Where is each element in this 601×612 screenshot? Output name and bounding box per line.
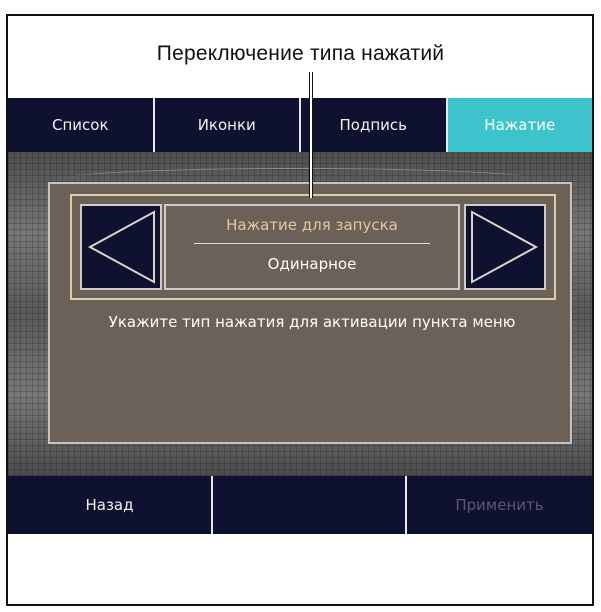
press-type-value: Одинарное xyxy=(267,255,357,273)
empty-slot xyxy=(213,476,405,534)
value-divider xyxy=(194,243,430,244)
press-type-value-box: Нажатие для запуска Одинарное xyxy=(164,204,460,290)
callout-label: Переключение типа нажатий xyxy=(156,42,445,65)
prev-option-button[interactable] xyxy=(80,204,162,290)
settings-card: Нажатие для запуска Одинарное Укажите ти… xyxy=(48,182,572,444)
tab-list[interactable]: Список xyxy=(8,98,153,152)
back-button[interactable]: Назад xyxy=(8,476,211,534)
apply-button[interactable]: Применить xyxy=(407,476,592,534)
callout-pointer-line xyxy=(309,72,313,198)
tab-icons[interactable]: Иконки xyxy=(154,98,299,152)
triangle-left-icon xyxy=(82,206,160,288)
press-type-label: Нажатие для запуска xyxy=(226,216,398,234)
tab-caption[interactable]: Подпись xyxy=(301,98,446,152)
settings-panel-area: Нажатие для запуска Одинарное Укажите ти… xyxy=(8,152,592,476)
bottom-bar: Назад Применить xyxy=(8,476,592,534)
triangle-right-icon xyxy=(466,206,544,288)
device-screen: Список Иконки Подпись Нажатие Нажатие дл… xyxy=(8,98,592,534)
next-option-button[interactable] xyxy=(464,204,546,290)
tab-bar: Список Иконки Подпись Нажатие xyxy=(8,98,592,152)
press-type-selector: Нажатие для запуска Одинарное xyxy=(70,194,556,300)
hint-text: Укажите тип нажатия для активации пункта… xyxy=(108,313,516,331)
tab-press[interactable]: Нажатие xyxy=(447,98,592,152)
